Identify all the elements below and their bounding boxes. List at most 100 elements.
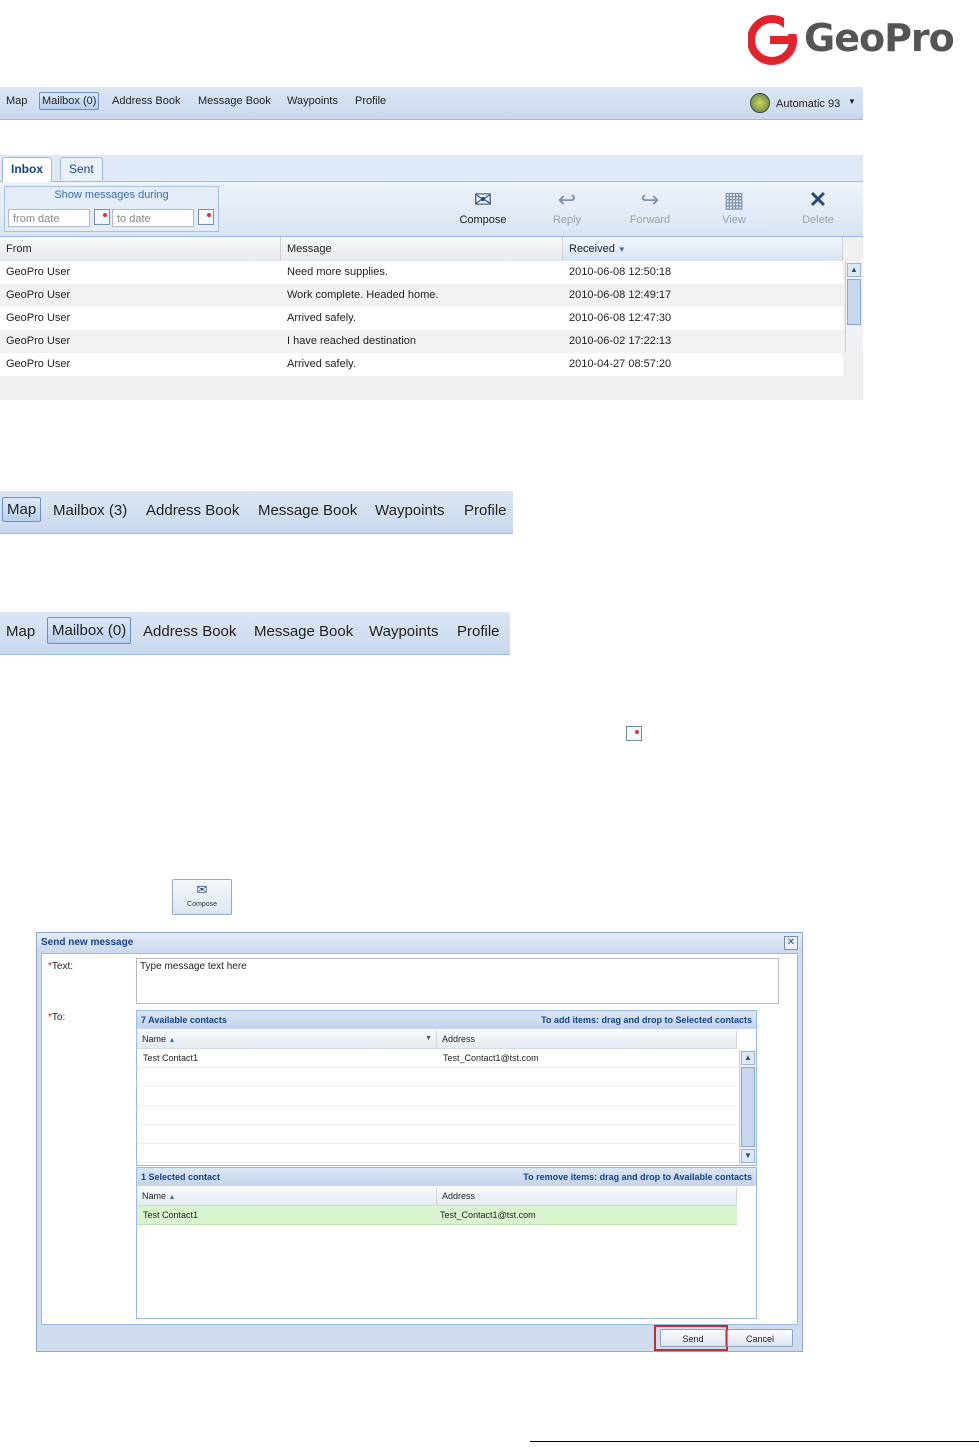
message-grid: From Message Received ▼ GeoPro User Need…	[0, 237, 863, 400]
reply-icon: ↩	[557, 187, 577, 212]
nav-message-book[interactable]: Message Book	[254, 623, 353, 640]
cell-received: 2010-06-08 12:50:18	[569, 266, 672, 278]
dialog-body: *Text: Type message text here *To: 7 Ava…	[41, 953, 798, 1325]
reply-button[interactable]: ↩ Reply	[532, 184, 602, 232]
col-address[interactable]: Address	[437, 1030, 737, 1048]
col-received-label: Received	[569, 243, 615, 255]
delete-label: Delete	[802, 214, 834, 226]
col-message[interactable]: Message	[281, 237, 563, 261]
nav-message-book[interactable]: Message Book	[258, 502, 357, 519]
forward-label: Forward	[629, 214, 671, 226]
scroll-up-icon[interactable]: ▲	[847, 263, 861, 277]
delete-icon: ✕	[808, 187, 828, 212]
user-menu[interactable]: Automatic 93	[776, 98, 840, 110]
forward-icon: ↪	[640, 187, 660, 212]
text-label: *Text:	[48, 961, 74, 972]
nav-bar-example-1: Map Mailbox (3) Address Book Message Boo…	[0, 491, 513, 534]
available-contacts-panel: 7 Available contacts To add items: drag …	[136, 1010, 757, 1166]
delete-button[interactable]: ✕ Delete	[783, 184, 853, 232]
compose-button-thumbnail: ✉ Compose	[172, 879, 232, 915]
from-date-input[interactable]: from date	[8, 209, 90, 227]
grid-header: From Message Received ▼	[0, 237, 843, 262]
compose-icon: ✉	[473, 187, 493, 212]
col-received[interactable]: Received ▼	[563, 237, 843, 261]
empty-row	[137, 1087, 737, 1106]
table-row[interactable]: GeoPro User Need more supplies. 2010-06-…	[0, 261, 843, 284]
scroll-thumb[interactable]	[741, 1067, 755, 1147]
nav-waypoints[interactable]: Waypoints	[287, 95, 338, 107]
nav-mailbox[interactable]: Mailbox (0)	[47, 617, 132, 644]
scroll-up-icon[interactable]: ▲	[741, 1051, 755, 1065]
geopro-logo-mark-icon	[747, 15, 798, 65]
nav-profile[interactable]: Profile	[464, 502, 507, 519]
nav-waypoints[interactable]: Waypoints	[369, 623, 438, 640]
cell-received: 2010-06-02 17:22:13	[569, 335, 672, 347]
chevron-down-icon[interactable]: ▼	[848, 97, 856, 106]
compose-button[interactable]: ✉ Compose	[448, 184, 518, 232]
footer-rule	[530, 1441, 979, 1442]
contact-row[interactable]: Test Contact1 Test_Contact1@tst.com	[137, 1049, 737, 1068]
nav-address-book[interactable]: Address Book	[112, 95, 180, 107]
date-filter: Show messages during from date to date	[4, 186, 219, 232]
empty-row	[137, 1068, 737, 1087]
cell-received: 2010-04-27 08:57:20	[569, 358, 672, 370]
cell-from: GeoPro User	[6, 289, 71, 301]
filter-title: Show messages during	[54, 189, 169, 201]
nav-address-book[interactable]: Address Book	[146, 502, 239, 519]
col-name-label: Name	[142, 1034, 167, 1044]
nav-mailbox[interactable]: Mailbox (0)	[39, 92, 100, 110]
contacts-scrollbar[interactable]: ▲ ▼	[739, 1050, 756, 1165]
nav-profile[interactable]: Profile	[457, 623, 500, 640]
close-icon[interactable]: ✕	[784, 936, 798, 950]
send-highlight	[654, 1325, 728, 1351]
nav-address-book[interactable]: Address Book	[143, 623, 236, 640]
view-icon: ▦	[723, 187, 745, 212]
col-from[interactable]: From	[0, 237, 281, 261]
message-text-field[interactable]: Type message text here	[136, 958, 779, 1004]
cell-message: Arrived safely.	[287, 312, 356, 324]
nav-map[interactable]: Map	[2, 497, 42, 522]
cell-message: Arrived safely.	[287, 358, 356, 370]
table-row[interactable]: GeoPro User I have reached destination 2…	[0, 330, 843, 353]
nav-profile[interactable]: Profile	[355, 95, 386, 107]
nav-mailbox[interactable]: Mailbox (3)	[53, 502, 127, 519]
col-name[interactable]: Name ▲ ▼	[137, 1030, 437, 1048]
selected-contact-row[interactable]: Test Contact1 Test_Contact1@tst.com	[137, 1206, 737, 1225]
cancel-button[interactable]: Cancel	[727, 1329, 793, 1347]
col-address[interactable]: Address	[437, 1187, 737, 1205]
cell-from: GeoPro User	[6, 358, 71, 370]
dialog-footer: Send Cancel	[41, 1325, 798, 1351]
to-date-calendar-icon[interactable]	[198, 209, 214, 225]
nav-map[interactable]: Map	[6, 95, 27, 107]
logo-text: GeoPro	[804, 16, 955, 60]
to-date-input[interactable]: to date	[112, 209, 194, 227]
nav-map[interactable]: Map	[6, 623, 35, 640]
cell-message: Need more supplies.	[287, 266, 388, 278]
tab-inbox[interactable]: Inbox	[2, 157, 52, 182]
main-nav-bar: Map Mailbox (0) Address Book Message Boo…	[0, 87, 863, 120]
view-button[interactable]: ▦ View	[699, 184, 769, 232]
sort-asc-icon: ▲	[168, 1194, 176, 1201]
calendar-icon	[626, 726, 642, 741]
table-row[interactable]: GeoPro User Arrived safely. 2010-04-27 0…	[0, 353, 843, 376]
scroll-down-icon[interactable]: ▼	[741, 1149, 755, 1163]
nav-message-book[interactable]: Message Book	[198, 95, 271, 107]
dialog-title: Send new message	[37, 933, 802, 953]
mailbox-toolbar: Show messages during from date to date ✉…	[0, 182, 863, 237]
nav-bar-example-2: Map Mailbox (0) Address Book Message Boo…	[0, 612, 510, 655]
table-row[interactable]: GeoPro User Work complete. Headed home. …	[0, 284, 843, 307]
col-name[interactable]: Name ▲	[137, 1187, 437, 1205]
to-label: *To:	[48, 1012, 66, 1023]
forward-button[interactable]: ↪ Forward	[615, 184, 685, 232]
selected-hint: To remove items: drag and drop to Availa…	[523, 1172, 752, 1182]
column-menu-icon[interactable]: ▼	[425, 1030, 432, 1048]
available-count: 7 Available contacts	[141, 1015, 227, 1025]
cell-received: 2010-06-08 12:49:17	[569, 289, 672, 301]
from-date-calendar-icon[interactable]	[94, 209, 110, 225]
scroll-thumb[interactable]	[847, 279, 861, 325]
table-row[interactable]: GeoPro User Arrived safely. 2010-06-08 1…	[0, 307, 843, 330]
tab-sent[interactable]: Sent	[60, 157, 103, 180]
grid-scrollbar[interactable]: ▲	[845, 261, 862, 352]
view-label: View	[722, 214, 746, 226]
nav-waypoints[interactable]: Waypoints	[375, 502, 444, 519]
